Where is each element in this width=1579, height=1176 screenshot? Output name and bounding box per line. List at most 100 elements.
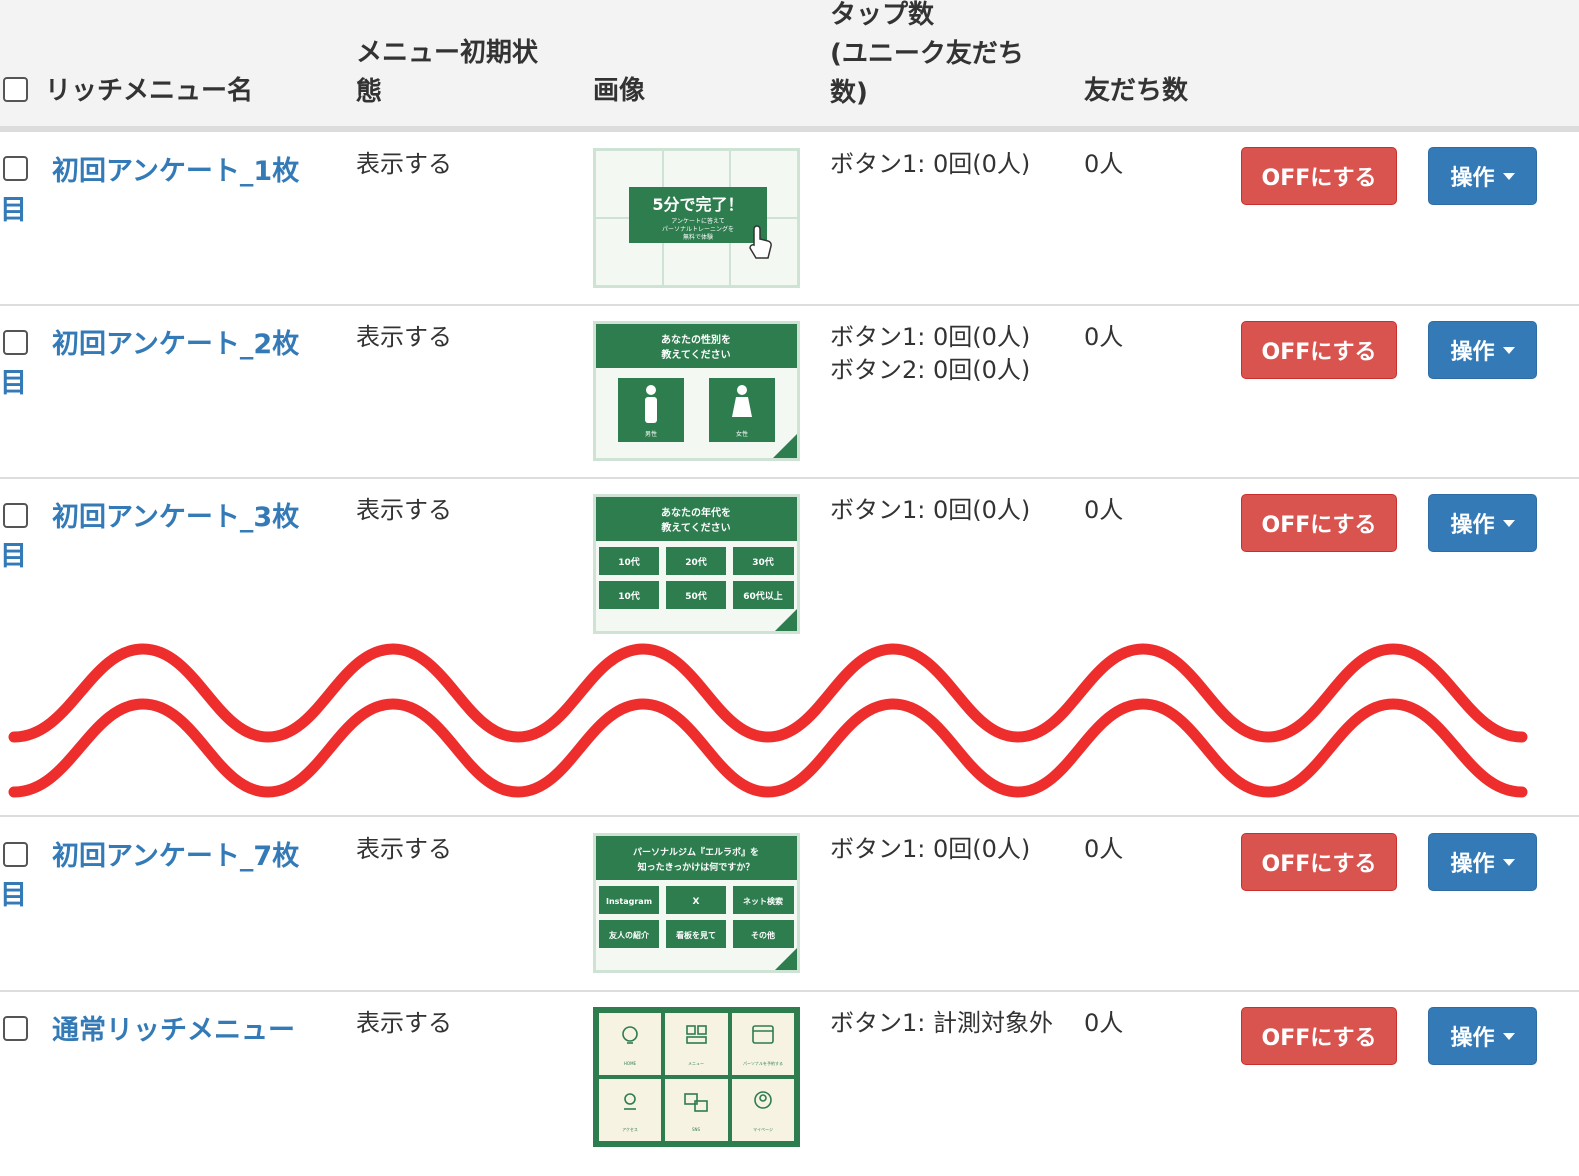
- col-header-state: メニュー初期状 態: [356, 34, 538, 112]
- thumb-option: 看板を見て: [675, 930, 716, 940]
- actions-dropdown-button[interactable]: 操作: [1428, 1007, 1537, 1065]
- thumb-subtitle-2: パーソナルトレーニングを: [662, 225, 734, 233]
- tap-count-list: ボタン1: 計測対象外: [830, 1007, 1053, 1040]
- caret-down-icon: [1502, 346, 1515, 354]
- richmenu-name-link[interactable]: 初回アンケート_3枚 目: [0, 498, 312, 576]
- turn-off-button[interactable]: OFFにする: [1241, 321, 1397, 379]
- friend-count: 0人: [1084, 835, 1124, 863]
- row-checkbox[interactable]: [3, 842, 28, 867]
- omission-wave-mark: [8, 643, 1528, 798]
- tap-count-list: ボタン1: 0回(0人): [830, 148, 1030, 181]
- select-all-checkbox[interactable]: [3, 77, 28, 102]
- richmenu-name-line1: 初回アンケート_7枚: [52, 841, 300, 872]
- col-header-state-line1: メニュー初期状: [356, 38, 539, 68]
- thumb-option: その他: [751, 930, 775, 940]
- row-divider: [0, 990, 1579, 992]
- tap-count-list: ボタン1: 0回(0人): [830, 494, 1030, 527]
- richmenu-thumbnail: 5分で完了！ アンケートに答えて パーソナルトレーニングを 無料で体験: [593, 148, 800, 288]
- col-header-state-line2: 態: [356, 77, 383, 107]
- tap-count-item: ボタン1: 0回(0人): [830, 835, 1031, 863]
- initial-state: 表示する: [356, 835, 452, 863]
- richmenu-name-line1: 初回アンケート_3枚: [52, 502, 300, 533]
- tap-count-item: ボタン1: 0回(0人): [830, 150, 1031, 178]
- thumb-option: 60代以上: [743, 590, 783, 602]
- richmenu-name-line2: 目: [0, 880, 27, 911]
- caret-down-icon: [1502, 172, 1515, 180]
- thumb-option: Instagram: [606, 897, 652, 906]
- thumb-option: 友人の紹介: [608, 930, 650, 940]
- richmenu-name-line1: 初回アンケート_1枚: [52, 156, 300, 187]
- turn-off-button[interactable]: OFFにする: [1241, 833, 1397, 891]
- richmenu-thumbnail: あなたの性別を 教えてください 男性 女性: [593, 321, 800, 461]
- turn-off-button[interactable]: OFFにする: [1241, 147, 1397, 205]
- thumb-title-1: あなたの性別を: [661, 333, 731, 346]
- thumb-option: 50代: [685, 590, 707, 602]
- col-header-taps-line1: タップ数: [830, 0, 935, 30]
- actions-label: 操作: [1450, 513, 1495, 538]
- thumb-subtitle-3: 無料で体験: [683, 233, 713, 241]
- row-divider: [0, 304, 1579, 306]
- thumb-title-1: あなたの年代を: [661, 506, 731, 519]
- thumb-option: 10代: [618, 556, 640, 568]
- thumb-label: メニュー: [688, 1061, 704, 1066]
- richmenu-name-line2: 目: [0, 541, 27, 572]
- thumb-option-male: 男性: [645, 430, 657, 438]
- richmenu-thumbnail: パーソナルジム『エルラボ』を 知ったきっかけは何ですか？ Instagram X…: [593, 833, 800, 973]
- col-header-name[interactable]: リッチメニュー名: [45, 72, 253, 111]
- row-divider: [0, 815, 1579, 817]
- actions-label: 操作: [1450, 852, 1495, 877]
- thumb-label: SNS: [692, 1127, 701, 1132]
- actions-dropdown-button[interactable]: 操作: [1428, 147, 1537, 205]
- col-header-image: 画像: [593, 76, 646, 106]
- initial-state: 表示する: [356, 323, 452, 351]
- turn-off-button[interactable]: OFFにする: [1241, 494, 1397, 552]
- row-divider: [0, 477, 1579, 479]
- thumb-title-2: 教えてください: [660, 348, 730, 361]
- actions-dropdown-button[interactable]: 操作: [1428, 321, 1537, 379]
- friend-count: 0人: [1084, 1009, 1124, 1037]
- actions-dropdown-button[interactable]: 操作: [1428, 494, 1537, 552]
- tap-count-item: ボタン1: 計測対象外: [830, 1009, 1053, 1037]
- col-header-taps: タップ数 (ユニーク友だち 数): [830, 0, 1024, 113]
- actions-label: 操作: [1450, 166, 1495, 191]
- col-header-taps-line2: (ユニーク友だち: [830, 39, 1024, 69]
- caret-down-icon: [1502, 519, 1515, 527]
- richmenu-name-link[interactable]: 初回アンケート_2枚 目: [0, 325, 312, 403]
- thumb-option: X: [693, 897, 700, 907]
- col-header-friends[interactable]: 友だち数: [1084, 72, 1188, 111]
- thumb-title-2: 教えてください: [660, 521, 730, 534]
- tap-count-item: ボタン1: 0回(0人): [830, 323, 1031, 351]
- richmenu-name-link[interactable]: 通常リッチメニュー: [52, 1011, 312, 1050]
- thumb-title: 5分で完了！: [652, 195, 743, 214]
- thumb-option: 10代: [618, 590, 640, 602]
- table-header: リッチメニュー名 メニュー初期状 態 画像 タップ数 (ユニーク友だち 数) 友…: [0, 0, 1579, 132]
- thumb-option: ネット検索: [743, 896, 783, 906]
- friend-count: 0人: [1084, 323, 1124, 351]
- friend-count: 0人: [1084, 496, 1124, 524]
- thumb-label: HOME: [624, 1061, 637, 1066]
- richmenu-name-line2: 目: [0, 368, 27, 399]
- richmenu-name-link[interactable]: 初回アンケート_1枚 目: [0, 152, 312, 230]
- turn-off-button[interactable]: OFFにする: [1241, 1007, 1397, 1065]
- thumb-label: アクセス: [622, 1126, 638, 1132]
- row-checkbox[interactable]: [3, 330, 28, 355]
- thumb-label: パーソナルを予約する: [743, 1060, 783, 1066]
- thumb-subtitle-1: アンケートに答えて: [671, 217, 724, 225]
- row-checkbox[interactable]: [3, 156, 28, 181]
- tap-count-list: ボタン1: 0回(0人): [830, 833, 1030, 866]
- thumb-option: 30代: [752, 556, 774, 568]
- richmenu-name-line1: 通常リッチメニュー: [52, 1015, 295, 1046]
- initial-state: 表示する: [356, 496, 452, 524]
- actions-label: 操作: [1450, 1026, 1495, 1051]
- row-checkbox[interactable]: [3, 503, 28, 528]
- row-checkbox[interactable]: [3, 1016, 28, 1041]
- tap-count-item: ボタン1: 0回(0人): [830, 496, 1031, 524]
- caret-down-icon: [1502, 858, 1515, 866]
- thumb-title-1: パーソナルジム『エルラボ』を: [633, 846, 759, 858]
- richmenu-name-link[interactable]: 初回アンケート_7枚 目: [0, 837, 312, 915]
- initial-state: 表示する: [356, 150, 452, 178]
- actions-dropdown-button[interactable]: 操作: [1428, 833, 1537, 891]
- richmenu-name-line1: 初回アンケート_2枚: [52, 329, 300, 360]
- richmenu-name-line2: 目: [0, 195, 27, 226]
- richmenu-thumbnail: あなたの年代を 教えてください 10代 20代 30代 10代 50代 60代以…: [593, 494, 800, 634]
